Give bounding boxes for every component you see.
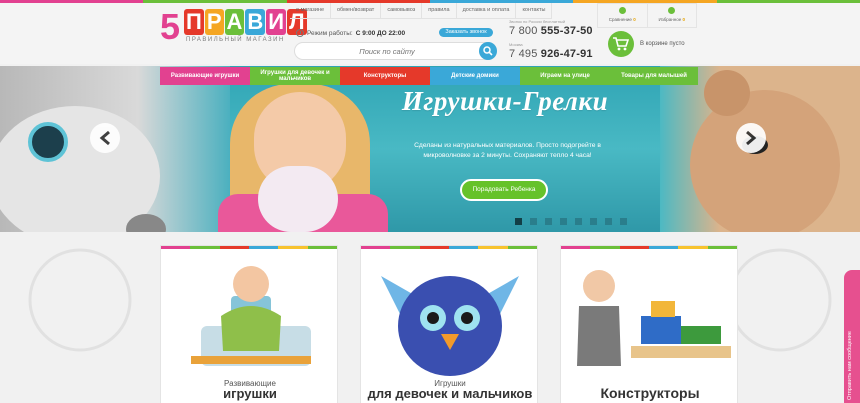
cart-label: В корзине пусто xyxy=(640,41,685,47)
topnav-contacts[interactable]: контакты xyxy=(516,3,553,18)
category-navigation: Развивающие игрушки Игрушки для девочек … xyxy=(160,67,698,85)
slider-dot[interactable] xyxy=(575,218,582,225)
chevron-right-icon xyxy=(746,130,757,146)
hero-cta-button[interactable]: Порадовать Ребенка xyxy=(460,179,548,201)
compare-icon xyxy=(618,7,626,14)
card-stripe xyxy=(161,246,337,249)
phone-digits: 555-37-50 xyxy=(540,25,593,37)
logo-letter: И xyxy=(266,9,287,35)
logo-letter: Р xyxy=(204,9,224,35)
slider-prev-button[interactable] xyxy=(90,123,120,153)
cart-widget[interactable]: В корзине пусто xyxy=(608,31,685,57)
slider-next-button[interactable] xyxy=(736,123,766,153)
card-image-furby xyxy=(381,276,519,376)
slider-dot[interactable] xyxy=(560,218,567,225)
topnav-delivery[interactable]: доставка и оплата xyxy=(457,3,517,18)
phone-block: Звонок по России бесплатный 7 800 555-37… xyxy=(509,19,593,65)
slider-dots xyxy=(515,218,627,225)
site-header: 5 ПРАВИЛ ПРАВИЛЬНЫЙ МАГАЗИН о магазине о… xyxy=(0,0,860,64)
phone-note: Москва xyxy=(509,42,523,47)
top-navigation: о магазине обмен/возврат самовывоз прави… xyxy=(290,3,553,19)
card-stripe xyxy=(361,246,537,249)
cart-icon xyxy=(608,31,634,57)
hours-label: Режим работы: xyxy=(307,29,353,37)
phone-prefix: 7 800 xyxy=(509,25,538,37)
phone-number[interactable]: 7 800 555-37-50 xyxy=(509,25,593,37)
feedback-label: Отправить нам сообщение xyxy=(847,331,853,400)
logo-letter: А xyxy=(224,9,245,35)
working-hours: Режим работы: С 9:00 ДО 22:00 xyxy=(296,29,405,37)
category-cards: Развивающие игрушки Игрушки для девочек … xyxy=(160,245,738,403)
category-outdoor[interactable]: Играем на улице xyxy=(520,67,610,85)
category-constructors[interactable]: Конструкторы xyxy=(340,67,430,85)
logo-letter: П xyxy=(184,9,204,35)
search-button[interactable] xyxy=(479,42,497,60)
hero-text: Сделаны из натуральных материалов. Прост… xyxy=(414,142,601,159)
phone-prefix: 7 495 xyxy=(509,48,538,60)
category-card[interactable]: Развивающие игрушки xyxy=(160,245,338,403)
phone-number[interactable]: 7 495 926-47-91 xyxy=(509,48,593,60)
logo-word: ПРАВИЛ xyxy=(184,9,307,35)
card-image-constructor xyxy=(577,270,731,366)
slider-dot[interactable] xyxy=(590,218,597,225)
site-logo[interactable]: 5 ПРАВИЛ ПРАВИЛЬНЫЙ МАГАЗИН xyxy=(160,6,307,47)
compare-link[interactable]: Сравнение 0 xyxy=(598,4,647,27)
top-color-stripe xyxy=(0,0,860,3)
category-girls-boys[interactable]: Игрушки для девочек и мальчиков xyxy=(250,67,340,85)
compare-label: Сравнение 0 xyxy=(608,17,636,22)
card-image-baby xyxy=(191,266,311,366)
slider-dot[interactable] xyxy=(605,218,612,225)
slider-dot[interactable] xyxy=(545,218,552,225)
category-playhouses[interactable]: Детские домики xyxy=(430,67,520,85)
logo-tagline: ПРАВИЛЬНЫЙ МАГАЗИН xyxy=(186,37,285,43)
chevron-left-icon xyxy=(99,130,110,146)
hero-title: Игрушки-Грелки xyxy=(401,86,609,116)
card-title: игрушки xyxy=(223,386,277,401)
category-developmental[interactable]: Развивающие игрушки xyxy=(160,67,250,85)
slider-dot[interactable] xyxy=(530,218,537,225)
search-icon xyxy=(483,46,493,56)
card-title: Конструкторы xyxy=(600,385,700,401)
hero-banner: Игрушки-Грелки Сделаны из натуральных ма… xyxy=(0,66,860,232)
wishlist-link[interactable]: Избранное 0 xyxy=(646,4,697,27)
user-box: Сравнение 0 Избранное 0 xyxy=(597,3,697,28)
slider-dot[interactable] xyxy=(620,218,627,225)
slider-dot[interactable] xyxy=(515,218,522,225)
hero-toy-image xyxy=(258,166,338,232)
feedback-side-tab[interactable]: Отправить нам сообщение xyxy=(844,270,860,403)
hours-value: С 9:00 ДО 22:00 xyxy=(355,29,406,37)
category-card[interactable]: Игрушки для девочек и мальчиков xyxy=(360,245,538,403)
category-baby[interactable]: Товары для малышей xyxy=(610,67,698,85)
logo-number: 5 xyxy=(160,6,180,47)
logo-letter: В xyxy=(245,9,266,35)
background-doodle xyxy=(28,248,132,352)
heart-icon xyxy=(668,7,676,14)
category-card[interactable]: Конструкторы xyxy=(560,245,738,403)
callback-button[interactable]: Заказать звонок xyxy=(439,28,493,37)
search-input[interactable] xyxy=(299,45,475,57)
lamb-eye xyxy=(28,122,68,162)
search-box xyxy=(294,42,497,60)
background-doodle xyxy=(728,248,832,352)
wishlist-label: Избранное 0 xyxy=(658,17,686,22)
topnav-about[interactable]: о магазине xyxy=(290,3,331,18)
topnav-pickup[interactable]: самовывоз xyxy=(381,3,423,18)
topnav-rules[interactable]: правила xyxy=(422,3,457,18)
card-title: для девочек и мальчиков xyxy=(367,386,533,401)
phone-digits: 926-47-91 xyxy=(540,48,593,60)
card-stripe xyxy=(561,246,737,249)
phone-note: Звонок по России бесплатный xyxy=(509,19,566,24)
topnav-exchange[interactable]: обмен/возврат xyxy=(331,3,382,18)
clock-icon xyxy=(296,29,304,37)
